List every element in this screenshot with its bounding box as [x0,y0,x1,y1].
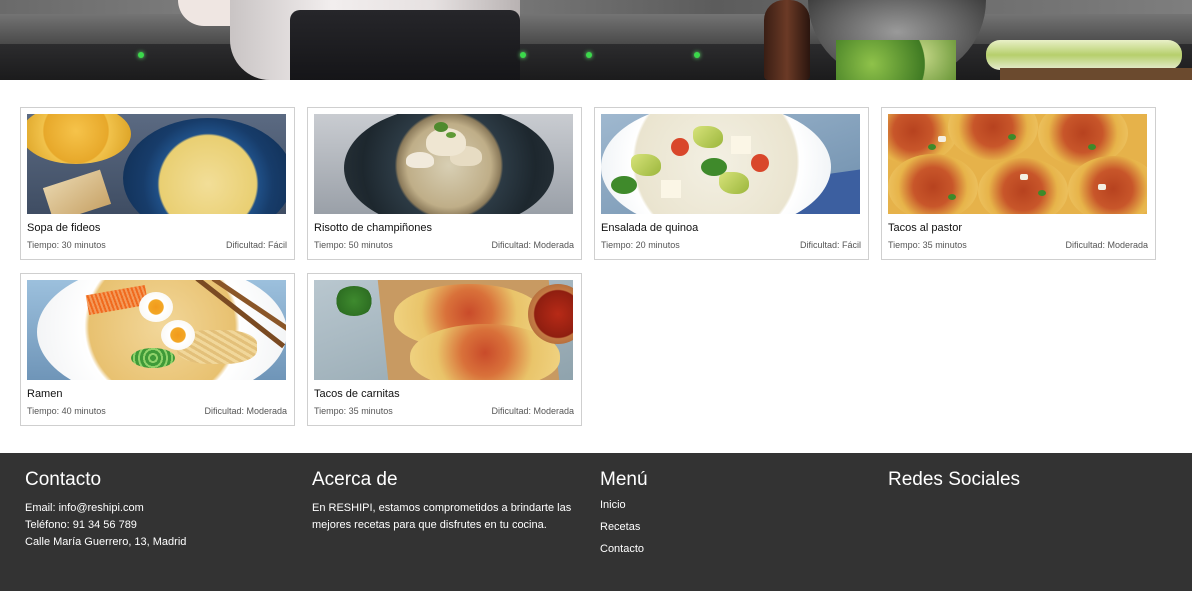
recipe-difficulty: Dificultad: Fácil [799,240,861,250]
recipe-card[interactable]: Tacos al pastor Tiempo: 35 minutos Dific… [881,107,1156,260]
recipe-card[interactable]: Sopa de fideos Tiempo: 30 minutos Dificu… [20,107,295,260]
recipe-difficulty: Dificultad: Fácil [225,240,287,250]
recipe-title[interactable]: Risotto de champiñones [314,222,432,234]
recipe-image[interactable] [27,114,286,214]
recipe-time: Tiempo: 35 minutos [888,240,967,250]
footer-link-recetas[interactable]: Recetas [600,522,870,533]
recipe-image[interactable] [314,114,573,214]
contact-phone: Teléfono: 91 34 56 789 [25,519,137,531]
contact-address: Calle María Guerrero, 13, Madrid [25,536,187,548]
recipe-title[interactable]: Sopa de fideos [27,222,100,234]
recipe-title[interactable]: Ensalada de quinoa [601,222,698,234]
recipe-card[interactable]: Tacos de carnitas Tiempo: 35 minutos Dif… [307,273,582,426]
footer-about-heading: Acerca de [312,469,398,490]
recipe-card[interactable]: Risotto de champiñones Tiempo: 50 minuto… [307,107,582,260]
recipe-time: Tiempo: 50 minutos [314,240,393,250]
about-text: En RESHIPI, estamos comprometidos a brin… [312,502,572,531]
footer-link-inicio[interactable]: Inicio [600,500,870,511]
footer-social-heading: Redes Sociales [888,469,1021,490]
recipe-image[interactable] [27,280,286,380]
recipe-title[interactable]: Tacos de carnitas [314,388,400,400]
footer-contact: Contacto Email: info@reshipi.com Teléfon… [25,469,295,551]
footer-link-contacto[interactable]: Contacto [600,544,870,555]
recipe-difficulty: Dificultad: Moderada [491,406,574,416]
recipe-image[interactable] [888,114,1147,214]
recipe-title[interactable]: Ramen [27,388,62,400]
hero-banner-image [0,0,1192,80]
recipe-time: Tiempo: 35 minutos [314,406,393,416]
footer-menu-heading: Menú [600,469,648,490]
footer-about: Acerca de En RESHIPI, estamos comprometi… [312,469,582,534]
site-footer: Contacto Email: info@reshipi.com Teléfon… [0,453,1192,591]
recipe-image[interactable] [601,114,860,214]
recipe-title[interactable]: Tacos al pastor [888,222,962,234]
recipe-time: Tiempo: 20 minutos [601,240,680,250]
footer-menu: Menú Inicio Recetas Contacto [600,469,870,566]
recipe-difficulty: Dificultad: Moderada [204,406,287,416]
recipe-card[interactable]: Ramen Tiempo: 40 minutos Dificultad: Mod… [20,273,295,426]
footer-social: Redes Sociales [888,469,1158,500]
recipe-difficulty: Dificultad: Moderada [1065,240,1148,250]
recipe-time: Tiempo: 40 minutos [27,406,106,416]
recipe-difficulty: Dificultad: Moderada [491,240,574,250]
contact-email: Email: info@reshipi.com [25,502,144,514]
footer-contact-heading: Contacto [25,469,102,490]
recipe-image[interactable] [314,280,573,380]
recipe-card[interactable]: Ensalada de quinoa Tiempo: 20 minutos Di… [594,107,869,260]
recipe-time: Tiempo: 30 minutos [27,240,106,250]
